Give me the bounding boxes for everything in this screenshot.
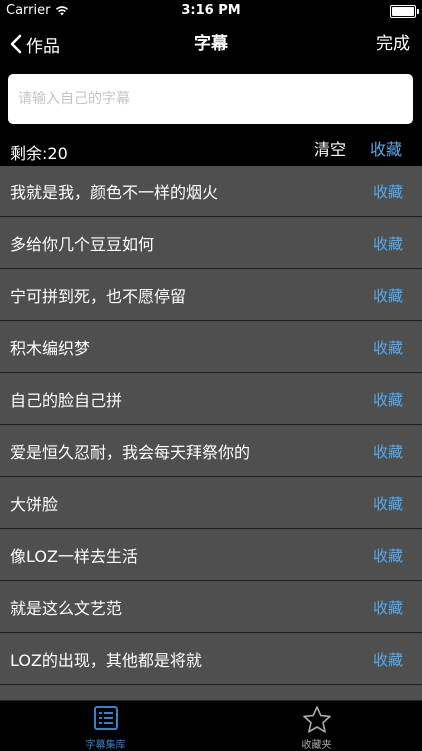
collect-item-button[interactable]: 收藏 [373, 181, 403, 202]
status-bar: Carrier 3:16 PM [0, 0, 422, 22]
collect-item-button[interactable]: 收藏 [373, 441, 403, 462]
list-item[interactable]: 自己的脸自己拼 收藏 [0, 374, 422, 425]
status-time: 3:16 PM [181, 3, 241, 18]
input-area [0, 66, 422, 132]
list-item-text: 就是这么文艺范 [10, 599, 123, 618]
collect-item-button[interactable]: 收藏 [373, 493, 403, 514]
list-item-text: 爱是恒久忍耐，我会每天拜祭你的 [10, 443, 251, 462]
subtitle-list: 我就是我，颜色不一样的烟火 收藏 多给你几个豆豆如何 收藏 宁可拼到死，也不愿停留 收藏积… [0, 166, 422, 700]
page-title: 字幕 [194, 34, 228, 54]
collect-item-button[interactable]: 收藏 [373, 285, 403, 306]
back-button[interactable]: 作品 [10, 22, 60, 66]
battery-icon [390, 5, 419, 18]
list-item[interactable]: 积木编织梦 收藏 [0, 322, 422, 373]
list-item-text: 多给你几个豆豆如何 [10, 235, 155, 254]
list-item[interactable]: 泽拿县只猫收藏 [0, 686, 422, 700]
subtitle-input[interactable] [8, 74, 413, 124]
collect-item-button[interactable]: 收藏 [373, 597, 403, 618]
list-icon [93, 706, 118, 730]
list-item[interactable]: 宁可拼到死，也不愿停留 收藏 [0, 270, 422, 321]
tab-label: 收藏夹 [301, 740, 332, 751]
list-item-text: 大饼脸 [10, 495, 59, 514]
chevron-left-icon [10, 34, 22, 54]
list-item-text: 积木编织梦 [10, 339, 91, 358]
clear-button[interactable]: 清空 [314, 136, 346, 160]
list-item[interactable]: 多给你几个豆豆如何 收藏 [0, 218, 422, 269]
list-item[interactable]: 我就是我，颜色不一样的烟火 收藏 [0, 166, 422, 217]
collect-item-button[interactable]: 收藏 [373, 389, 403, 410]
done-button[interactable]: 完成 [376, 22, 410, 66]
list-item[interactable]: 大饼脸 收藏 [0, 478, 422, 529]
back-label: 作品 [26, 36, 60, 57]
list-item-text: 我就是我，颜色不一样的烟火 [10, 183, 219, 202]
tab-subtitle-library[interactable]: 字幕集库 [0, 701, 211, 751]
collect-item-button[interactable]: 收藏 [373, 649, 403, 670]
collect-item-button[interactable]: 收藏 [373, 233, 403, 254]
list-item-text: 自己的脸自己拼 [10, 391, 123, 410]
list-item-text: 像LOZ一样去生活 [10, 547, 138, 566]
collect-item-button[interactable]: 收藏 [373, 337, 403, 358]
collect-button[interactable]: 收藏 [370, 136, 402, 160]
remaining-count: 剩余:20 [10, 144, 68, 163]
list-item-text: LOZ的出现，其他都是将就 [10, 651, 202, 670]
list-item-text: 宁可拼到死，也不愿停留 [10, 287, 187, 306]
collect-item-button[interactable]: 收藏 [373, 545, 403, 566]
tab-bar: 字幕集库 收藏夹 [0, 700, 422, 751]
star-icon [302, 706, 331, 733]
navigation-bar: 作品 字幕 完成 [0, 22, 422, 66]
tab-label: 字幕集库 [85, 740, 126, 751]
list-item[interactable]: 就是这么文艺范 收藏 [0, 582, 422, 633]
list-item[interactable]: LOZ的出现，其他都是将就 收藏 [0, 634, 422, 685]
list-item[interactable]: 爱是恒久忍耐，我会每天拜祭你的 收藏 [0, 426, 422, 477]
list-item[interactable]: 像LOZ一样去生活 收藏 [0, 530, 422, 581]
tab-favorites[interactable]: 收藏夹 [211, 701, 422, 751]
control-row: 剩余:20 清空 收藏 [0, 132, 422, 166]
